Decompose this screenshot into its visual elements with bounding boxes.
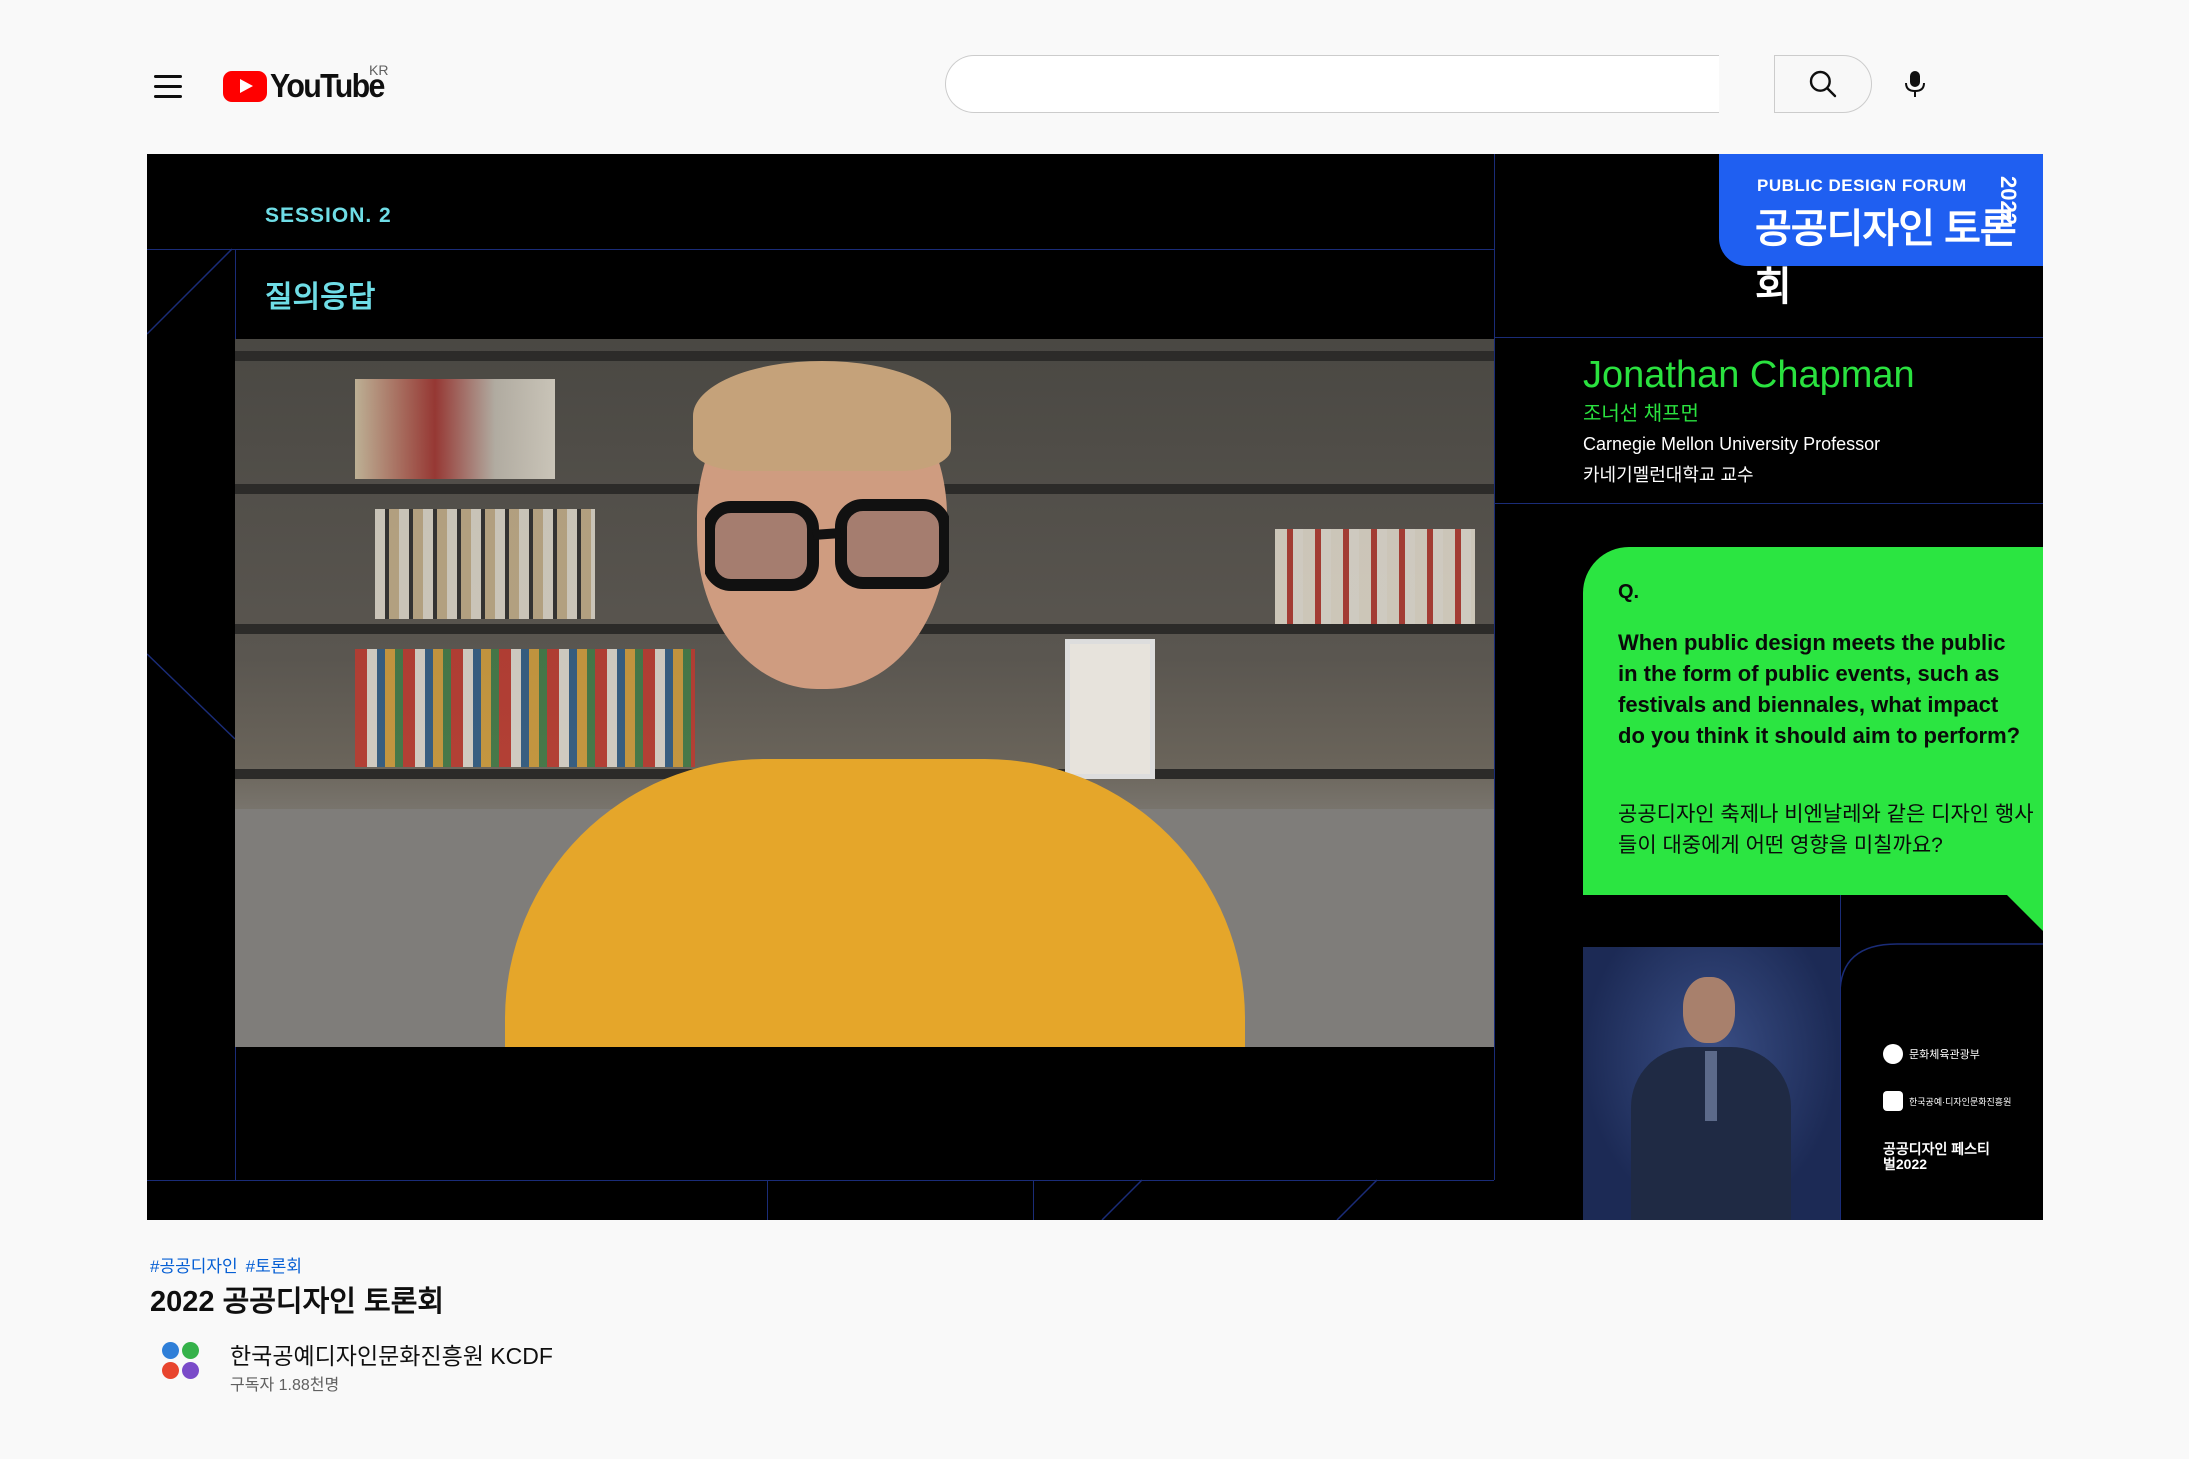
question-text-ko: 공공디자인 축제나 비엔날레와 같은 디자인 행사들이 대중에게 어떤 영향을 …	[1618, 803, 2034, 857]
segment-title: 질의응답	[265, 281, 376, 314]
question-marker: Q.	[1618, 581, 1640, 603]
forum-badge: PUBLIC DESIGN FORUM 공공디자인 토론회 2022	[1719, 154, 2043, 309]
speaker-name-en: Jonathan Chapman	[1583, 354, 1915, 396]
search-icon	[1809, 70, 1837, 98]
question-bubble-tail	[2005, 893, 2043, 931]
channel-name[interactable]: 한국공예디자인문화진흥원 KCDF	[230, 1337, 553, 1371]
microphone-icon	[1905, 71, 1925, 97]
question-text-en: When public design meets the public in t…	[1618, 630, 2021, 748]
video-title: 2022 공공디자인 토론회	[150, 1286, 445, 1318]
speaker-video-feed	[235, 339, 1494, 1047]
hashtag-link[interactable]: #토론회	[246, 1257, 302, 1276]
hashtag-list: #공공디자인 #토론회	[150, 1252, 310, 1277]
menu-icon[interactable]	[150, 68, 186, 104]
forum-title-en: PUBLIC DESIGN FORUM	[1757, 176, 1967, 195]
country-code: KR	[369, 62, 389, 78]
voice-search-button[interactable]	[1891, 60, 1939, 108]
signer-tie	[1705, 1051, 1717, 1121]
speaker-affiliation-en: Carnegie Mellon University Professor	[1583, 434, 1881, 454]
sponsor-label: 한국공예·디자인문화진흥원	[1909, 1096, 2012, 1107]
forum-year: 2022	[1996, 176, 2021, 225]
speaker-glasses	[705, 499, 949, 591]
masthead: YouTube KR	[0, 0, 2189, 160]
speaker-affiliation-ko: 카네기멜런대학교 교수	[1583, 465, 1754, 485]
sponsor-logo: 공공디자인 페스티벌2022	[1883, 1142, 1993, 1172]
sponsor-logo: 한국공예·디자인문화진흥원	[1883, 1091, 2011, 1111]
hashtag-link[interactable]: #공공디자인	[150, 1257, 238, 1276]
session-label: SESSION. 2	[265, 204, 392, 227]
speaker-name-ko: 조너선 채프먼	[1583, 403, 1699, 425]
channel-avatar[interactable]	[160, 1340, 204, 1384]
sponsor-label: 공공디자인 페스티벌2022	[1883, 1141, 1990, 1172]
sign-language-video	[1583, 947, 1840, 1220]
search-button[interactable]	[1774, 55, 1872, 113]
youtube-play-icon	[223, 70, 267, 102]
sponsor-logo: 문화체육관광부	[1883, 1044, 1980, 1064]
search-input[interactable]	[946, 56, 1719, 112]
search-box	[945, 55, 1719, 113]
logo-text: YouTube	[270, 67, 385, 104]
ministry-emblem-icon	[1883, 1044, 1903, 1064]
signer-head	[1683, 977, 1735, 1043]
speaker-hair	[693, 361, 951, 471]
speaker-shirt	[505, 759, 1245, 1047]
sponsor-label: 문화체육관광부	[1909, 1049, 1980, 1061]
question-bubble: Q. When public design meets the public i…	[1583, 547, 2043, 895]
video-player[interactable]: SESSION. 2 질의응답 PUBLIC DESIGN FORUM 공공디자…	[147, 154, 2043, 1220]
subscriber-count: 구독자 1.88천명	[230, 1377, 340, 1394]
kcdf-emblem-icon	[1883, 1091, 1903, 1111]
